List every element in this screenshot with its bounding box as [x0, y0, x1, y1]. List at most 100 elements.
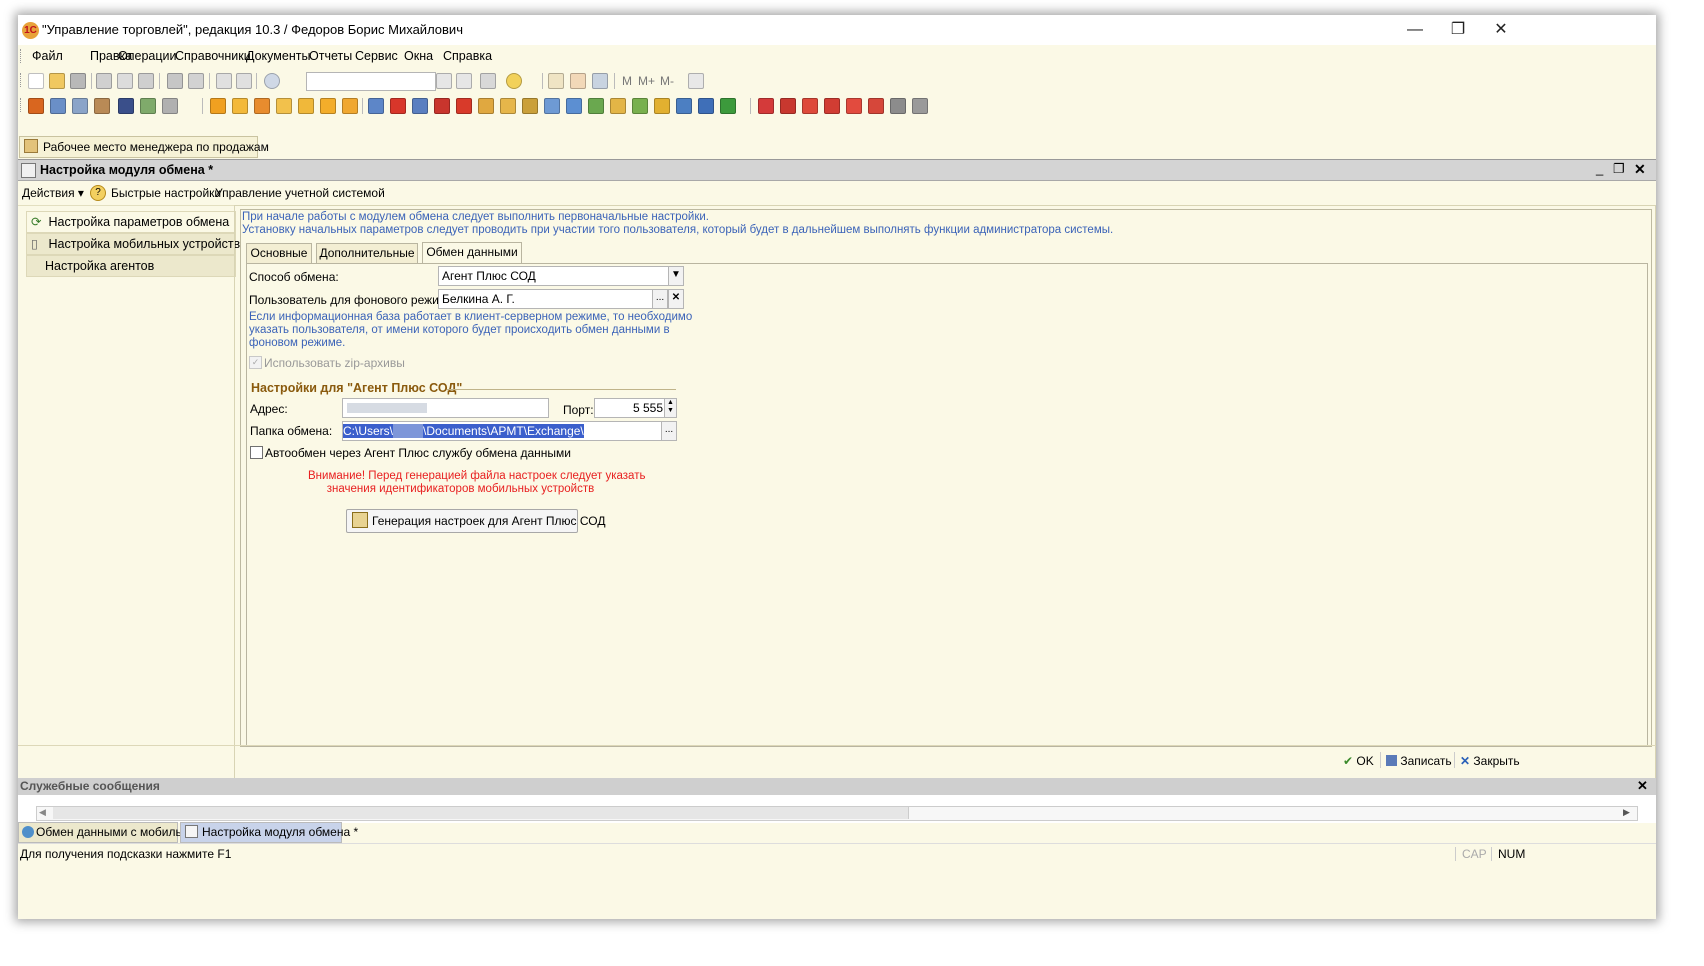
bank-icon[interactable] [544, 98, 560, 114]
report4-icon[interactable] [720, 98, 736, 114]
copy-window-icon[interactable] [480, 73, 496, 89]
doc-close-button[interactable]: ✕ [1634, 161, 1646, 178]
edit-icon[interactable] [912, 98, 928, 114]
menu-reports[interactable]: Отчеты [309, 49, 352, 63]
table-icon[interactable] [140, 98, 156, 114]
users-icon[interactable] [592, 73, 608, 89]
stock4-icon[interactable] [824, 98, 840, 114]
copy-icon[interactable] [117, 73, 133, 89]
print-icon[interactable] [167, 73, 183, 89]
order2-icon[interactable] [232, 98, 248, 114]
close-form-button[interactable]: ✕ Закрыть [1460, 754, 1520, 768]
memory-minus-button[interactable]: M- [660, 74, 674, 88]
tab-data-exchange[interactable]: Обмен данными [422, 242, 522, 264]
menu-service[interactable]: Сервис [355, 49, 398, 63]
exchange-folder-field[interactable]: C:\Users\ \Documents\APMT\Exchange\ [342, 421, 662, 441]
menu-file[interactable]: Файл [32, 49, 63, 63]
cash2-icon[interactable] [522, 98, 538, 114]
undo-icon[interactable] [216, 73, 232, 89]
report2-icon[interactable] [676, 98, 692, 114]
stock2-icon[interactable] [780, 98, 796, 114]
select-ellipsis-button[interactable]: ... [652, 289, 668, 309]
money-icon[interactable] [478, 98, 494, 114]
chart-icon[interactable] [162, 98, 178, 114]
save-button[interactable]: Записать [1386, 754, 1452, 768]
menu-documents[interactable]: Документы [246, 49, 310, 63]
register-icon[interactable] [72, 98, 88, 114]
stock6-icon[interactable] [868, 98, 884, 114]
save-icon[interactable] [70, 73, 86, 89]
order6-icon[interactable] [320, 98, 336, 114]
calculator-icon[interactable] [570, 73, 586, 89]
menu-operations[interactable]: Операции [118, 49, 176, 63]
restore-button[interactable]: ❐ [1438, 18, 1478, 42]
payment-icon[interactable] [588, 98, 604, 114]
scroll-right-icon[interactable]: ▶ [1623, 807, 1630, 818]
quick-settings-button[interactable]: Быстрые настройки [111, 186, 221, 200]
report3-icon[interactable] [698, 98, 714, 114]
service-messages-close[interactable]: ✕ [1637, 778, 1648, 794]
bank2-icon[interactable] [566, 98, 582, 114]
scroll-thumb[interactable] [53, 807, 909, 819]
print-preview-icon[interactable] [188, 73, 204, 89]
cash-icon[interactable] [500, 98, 516, 114]
help-icon[interactable]: ? [90, 185, 106, 201]
stock5-icon[interactable] [846, 98, 862, 114]
menu-windows[interactable]: Окна [404, 49, 433, 63]
sales-manager-workplace-button[interactable]: Рабочее место менеджера по продажам [19, 136, 269, 158]
bg-user-field[interactable]: Белкина А. Г. [438, 289, 653, 309]
task-mobile-exchange[interactable]: Обмен данными с мобильн... [18, 822, 198, 843]
memory-plus-button[interactable]: M+ [638, 74, 655, 88]
order-icon[interactable] [210, 98, 226, 114]
actions-menu[interactable]: Действия ▾ [22, 186, 84, 200]
find-next-icon[interactable] [436, 73, 452, 89]
use-zip-checkbox[interactable]: ✓ [249, 356, 262, 369]
stock3-icon[interactable] [802, 98, 818, 114]
binoculars-icon[interactable] [118, 98, 134, 114]
port-field[interactable]: 5 555 [594, 398, 666, 418]
task-exchange-module-settings[interactable]: Настройка модуля обмена * [180, 822, 358, 843]
folder-browse-button[interactable]: ... [661, 421, 677, 441]
invoice-icon[interactable] [368, 98, 384, 114]
sidebar-item-mobile-devices[interactable]: ▯ Настройка мобильных устройств [26, 233, 240, 255]
redo-icon[interactable] [236, 73, 252, 89]
ok-button[interactable]: ✔ OK [1343, 754, 1374, 768]
report-icon[interactable] [654, 98, 670, 114]
memory-button[interactable]: M [622, 74, 632, 88]
search-combobox[interactable] [306, 72, 436, 91]
order4-icon[interactable] [276, 98, 292, 114]
sidebar-item-agents[interactable]: Настройка агентов [26, 255, 236, 277]
check-icon[interactable] [632, 98, 648, 114]
scroll-left-icon[interactable]: ◀ [39, 807, 46, 818]
minimize-button[interactable]: — [1395, 18, 1435, 42]
close-window-button[interactable]: ✕ [1481, 18, 1521, 42]
move2-icon[interactable] [456, 98, 472, 114]
port-spinner-icon[interactable]: ▲ ▼ [664, 398, 677, 418]
calendar-icon[interactable] [548, 73, 564, 89]
clear-icon[interactable]: ✕ [668, 289, 684, 309]
find-prev-icon[interactable] [456, 73, 472, 89]
exchange-method-select[interactable]: Агент Плюс СОД [438, 266, 669, 286]
tab-main[interactable]: Основные [246, 243, 312, 263]
order5-icon[interactable] [298, 98, 314, 114]
paste-icon[interactable] [138, 73, 154, 89]
tab-additional[interactable]: Дополнительные [316, 243, 418, 263]
address-field[interactable] [342, 398, 549, 418]
archive-icon[interactable] [94, 98, 110, 114]
menu-catalogs[interactable]: Справочники [175, 49, 251, 63]
tools-icon[interactable] [688, 73, 704, 89]
docs-icon[interactable] [50, 98, 66, 114]
menu-help[interactable]: Справка [443, 49, 492, 63]
horizontal-scrollbar[interactable]: ◀ ▶ [36, 806, 1638, 821]
accounting-system-button[interactable]: Управление учетной системой [215, 186, 385, 200]
search-icon[interactable] [264, 73, 280, 89]
cut-icon[interactable] [96, 73, 112, 89]
order7-icon[interactable] [342, 98, 358, 114]
doc-minimize-button[interactable]: _ [1596, 161, 1603, 176]
transfer-icon[interactable] [412, 98, 428, 114]
info-icon[interactable] [506, 73, 522, 89]
payment2-icon[interactable] [610, 98, 626, 114]
stock7-icon[interactable] [890, 98, 906, 114]
stock-icon[interactable] [758, 98, 774, 114]
return-icon[interactable] [390, 98, 406, 114]
